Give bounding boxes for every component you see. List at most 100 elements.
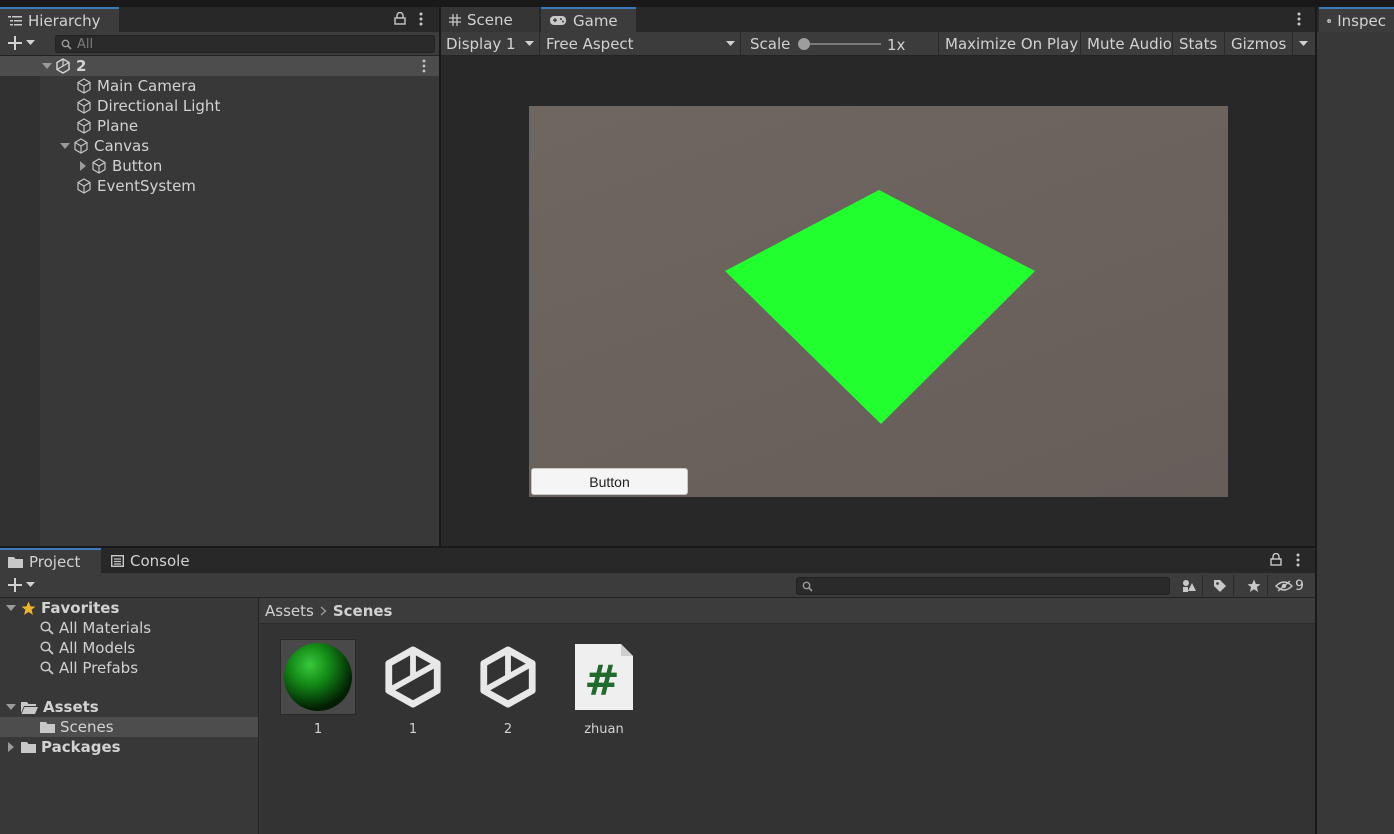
mute-audio-toggle[interactable]: Mute Audio [1082, 32, 1173, 56]
plus-icon [8, 36, 22, 50]
tree-item-main-camera[interactable]: Main Camera [0, 76, 196, 96]
collapse-arrow-icon[interactable] [78, 161, 88, 171]
gizmos-dropdown[interactable] [1294, 32, 1315, 56]
hierarchy-tree: 2 Main Camera Directional Light Plane Ca… [0, 56, 439, 546]
asset-scene-1[interactable]: 1 [373, 639, 453, 737]
tab-game-label: Game [573, 11, 618, 30]
expand-arrow-icon[interactable] [6, 702, 16, 712]
material-sphere-icon [280, 639, 356, 715]
hierarchy-toolbar: All [0, 32, 439, 56]
mute-label: Mute Audio [1087, 35, 1172, 53]
aspect-dropdown[interactable]: Free Aspect [541, 32, 741, 56]
tab-game[interactable]: Game [541, 7, 636, 32]
project-toolbar: 9 [0, 573, 1315, 598]
tab-inspector[interactable]: Inspec [1319, 7, 1394, 32]
unity-scene-icon [470, 639, 546, 715]
tab-hierarchy[interactable]: Hierarchy [0, 7, 119, 32]
hidden-packages-toggle[interactable]: 9 [1275, 575, 1315, 596]
gameobject-cube-icon [77, 78, 91, 94]
game-panel: Scene Game Display 1 Free Aspect Scale 1… [441, 7, 1315, 546]
open-folder-icon [21, 701, 38, 714]
save-search-button[interactable] [1241, 575, 1268, 596]
favorite-all-models[interactable]: All Models [40, 638, 135, 658]
tab-scene[interactable]: Scene [441, 7, 539, 32]
filter-by-type-button[interactable] [1176, 575, 1203, 596]
unity-scene-icon [56, 58, 70, 74]
dropdown-arrow-icon [26, 40, 35, 45]
game-viewport[interactable]: Button [529, 106, 1228, 497]
tree-item-label: EventSystem [97, 177, 196, 195]
stats-toggle[interactable]: Stats [1174, 32, 1225, 56]
lock-icon[interactable] [394, 12, 406, 25]
favorite-all-materials[interactable]: All Materials [40, 618, 151, 638]
asset-script-zhuan[interactable]: # zhuan [564, 639, 644, 737]
tab-console[interactable]: Console [103, 548, 201, 573]
scale-slider-handle[interactable] [798, 38, 810, 50]
filter-by-label-button[interactable] [1207, 575, 1234, 596]
tab-project[interactable]: Project [0, 548, 101, 573]
favorites-row[interactable]: Favorites [6, 598, 119, 618]
unity-scene-icon [375, 639, 451, 715]
maximize-on-play-toggle[interactable]: Maximize On Play [940, 32, 1081, 56]
tree-item-plane[interactable]: Plane [0, 116, 138, 136]
dropdown-arrow-icon [26, 582, 35, 587]
asset-name: 1 [408, 722, 418, 737]
create-button[interactable] [8, 36, 35, 50]
tree-item-label: Main Camera [97, 77, 197, 95]
scale-value: 1x [887, 36, 906, 54]
scale-control: Scale 1x [742, 32, 939, 56]
scene-more-icon[interactable] [421, 59, 427, 73]
asset-name: 1 [313, 722, 323, 737]
folder-icon [8, 556, 23, 568]
asset-scene-2[interactable]: 2 [468, 639, 548, 737]
display-dropdown[interactable]: Display 1 [441, 32, 540, 56]
breadcrumb-assets[interactable]: Assets [265, 602, 314, 620]
gizmos-toggle[interactable]: Gizmos [1226, 32, 1293, 56]
scene-row[interactable]: 2 [0, 56, 439, 76]
expand-arrow-icon[interactable] [42, 61, 52, 71]
collapse-arrow-icon[interactable] [6, 742, 16, 752]
scale-label: Scale [750, 35, 791, 53]
search-icon [802, 581, 813, 592]
hierarchy-search-input[interactable]: All [55, 35, 435, 53]
tree-item-label: Directional Light [97, 97, 221, 115]
top-strip [0, 0, 1394, 7]
tree-item-eventsystem[interactable]: EventSystem [0, 176, 196, 196]
packages-folder-row[interactable]: Packages [6, 737, 121, 757]
breadcrumb-scenes[interactable]: Scenes [333, 602, 393, 620]
favorite-all-prefabs[interactable]: All Prefabs [40, 658, 138, 678]
favorite-label: All Materials [59, 619, 152, 637]
scenes-folder-row[interactable]: Scenes [0, 717, 258, 737]
scenes-folder-content: Scenes [40, 717, 114, 737]
project-search-input[interactable] [796, 577, 1170, 595]
grid-hash-icon [449, 13, 461, 26]
tree-item-canvas[interactable]: Canvas [0, 136, 149, 156]
filter-type-icon [1182, 579, 1196, 592]
star-icon [1247, 579, 1261, 592]
more-options-icon[interactable] [1295, 553, 1301, 567]
project-panel: Project Console 9 Favorites All Material… [0, 548, 1315, 834]
search-icon [40, 621, 54, 635]
create-asset-button[interactable] [8, 578, 35, 592]
tree-item-directional-light[interactable]: Directional Light [0, 96, 220, 116]
folder-icon [21, 742, 36, 753]
game-ui-button[interactable]: Button [531, 468, 688, 495]
expand-arrow-icon[interactable] [60, 141, 70, 151]
more-options-icon[interactable] [418, 12, 424, 26]
assets-folder-row[interactable]: Assets [6, 697, 99, 717]
game-tabbar: Scene Game [441, 7, 1315, 32]
tree-item-button[interactable]: Button [0, 156, 162, 176]
tab-console-label: Console [130, 551, 190, 570]
console-icon [111, 554, 124, 567]
more-options-icon[interactable] [1296, 12, 1302, 26]
dropdown-arrow-icon [726, 41, 735, 46]
hierarchy-panel: Hierarchy All 2 Main Camera Directional [0, 7, 439, 546]
project-tabbar: Project Console [0, 548, 1315, 573]
lock-icon[interactable] [1270, 553, 1282, 566]
asset-material-1[interactable]: 1 [278, 639, 358, 737]
tab-project-label: Project [29, 552, 81, 571]
svg-text:#: # [584, 656, 619, 705]
scale-slider-track[interactable] [803, 43, 881, 45]
expand-arrow-icon[interactable] [6, 603, 16, 613]
folder-icon [40, 722, 55, 733]
